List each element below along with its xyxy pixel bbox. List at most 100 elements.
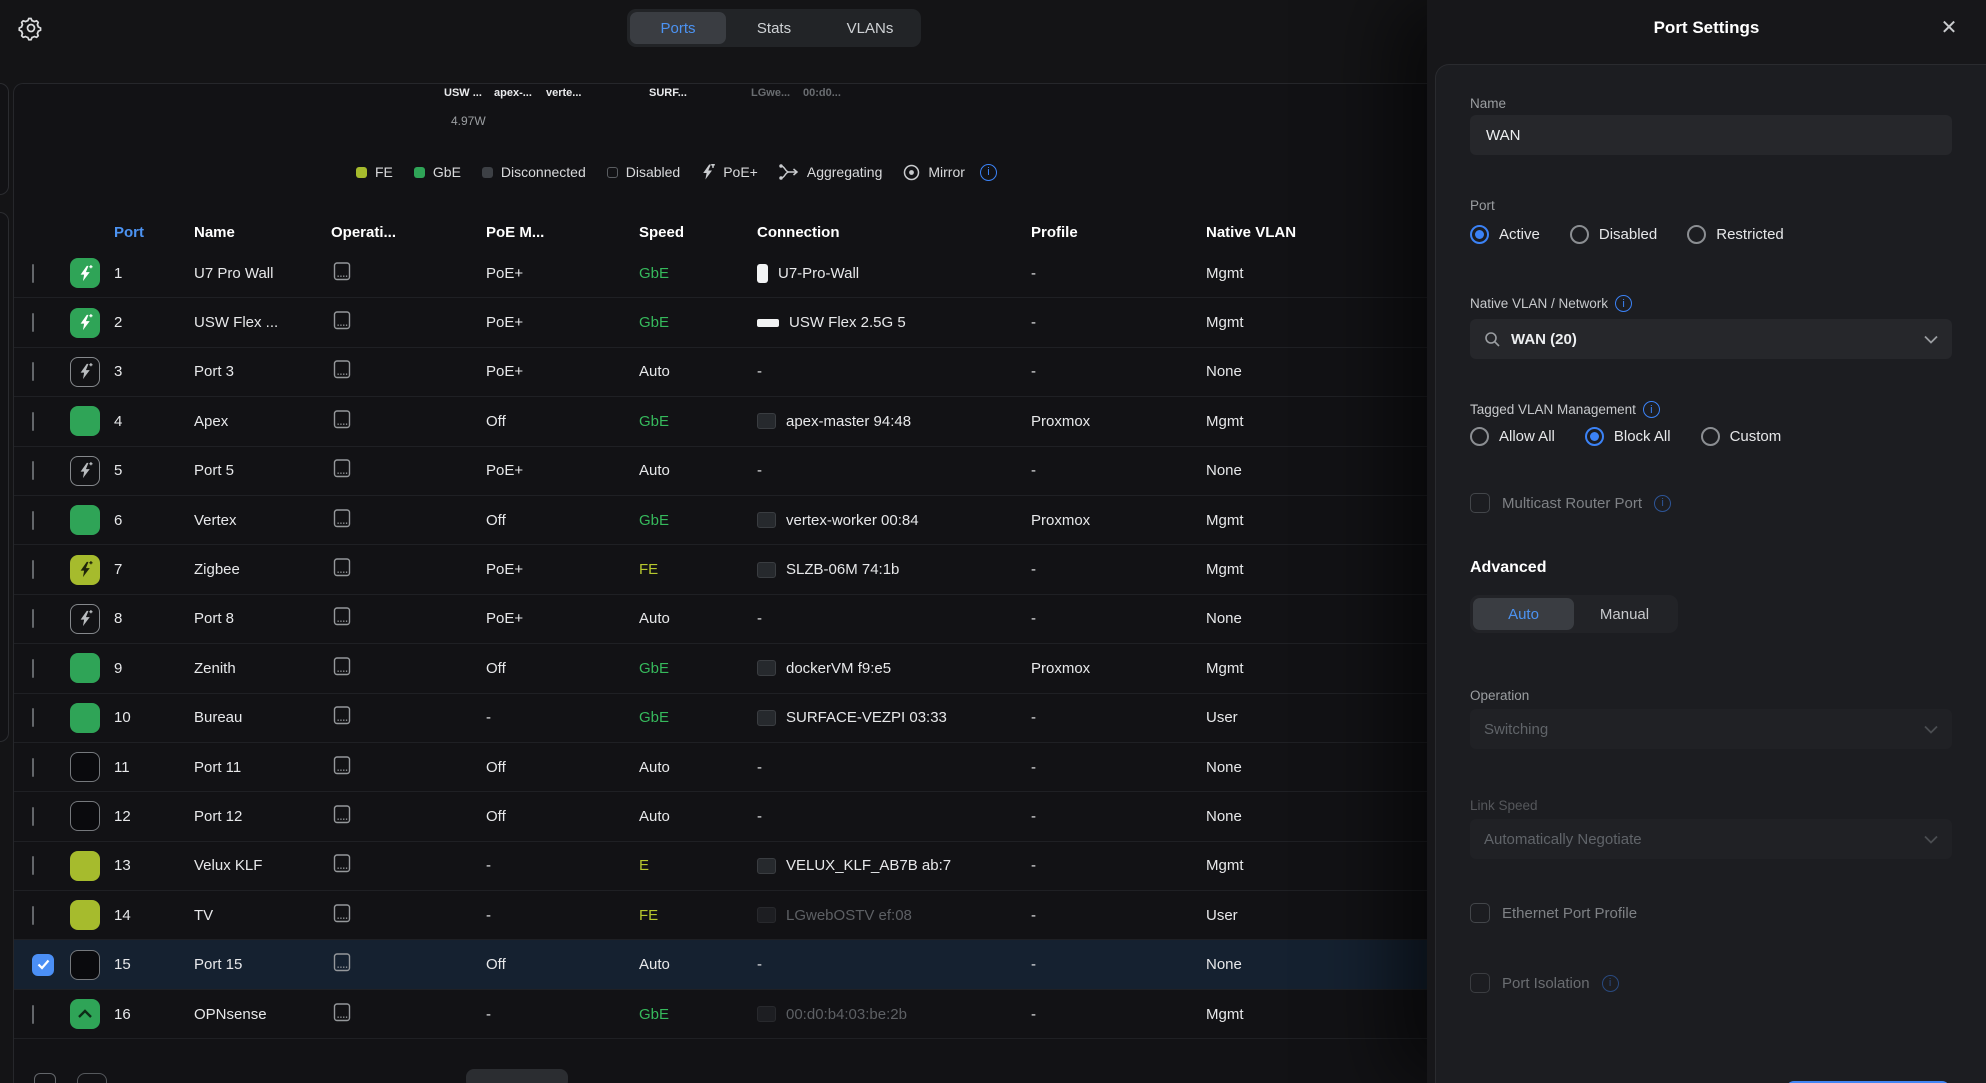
port-isolation-info-icon[interactable]: i — [1602, 975, 1619, 992]
port-name: TV — [194, 907, 331, 924]
view-tabs: PortsStatsVLANs — [627, 9, 921, 47]
client-device-icon — [757, 907, 776, 923]
column-header-name[interactable]: Name — [194, 224, 331, 241]
column-header-poe-mode[interactable]: PoE M... — [486, 224, 639, 241]
port-isolation-checkbox-box[interactable] — [1470, 973, 1490, 993]
port-icon-connected[interactable] — [70, 505, 100, 535]
port-name: Apex — [194, 413, 331, 430]
port-icon-idle[interactable] — [70, 950, 100, 980]
port-state-disabled[interactable]: Disabled — [1570, 225, 1657, 244]
row-checkbox[interactable] — [32, 461, 34, 480]
radio-dot[interactable] — [1470, 427, 1489, 446]
multicast-checkbox-box[interactable] — [1470, 493, 1490, 513]
tagged-vlan-allow-all[interactable]: Allow All — [1470, 427, 1555, 446]
native-vlan-select[interactable]: WAN (20) — [1470, 319, 1952, 359]
port-speed: Auto — [639, 956, 757, 973]
connection-label: apex-master 94:48 — [786, 413, 911, 430]
row-checkbox[interactable] — [32, 511, 34, 530]
row-checkbox[interactable] — [32, 264, 34, 283]
row-checkbox[interactable] — [32, 708, 34, 727]
link-speed-select[interactable]: Automatically Negotiate — [1470, 819, 1952, 859]
row-checkbox[interactable] — [32, 609, 34, 628]
port-icon-poe-idle[interactable] — [70, 604, 100, 634]
close-icon[interactable]: ✕ — [1936, 14, 1962, 40]
ethernet-profile-checkbox-box[interactable] — [1470, 903, 1490, 923]
column-header-speed[interactable]: Speed — [639, 224, 757, 241]
fe-square-icon — [356, 167, 367, 178]
port-icon-poe-idle[interactable] — [70, 456, 100, 486]
link-speed-label: Link Speed — [1470, 798, 1538, 813]
column-header-operation[interactable]: Operati... — [331, 224, 486, 241]
port-icon-fe[interactable] — [70, 900, 100, 930]
row-checkbox[interactable] — [32, 954, 54, 976]
ethernet-port-profile-checkbox[interactable]: Ethernet Port Profile — [1470, 903, 1952, 923]
row-checkbox[interactable] — [32, 856, 34, 875]
port-icon-connected[interactable] — [70, 703, 100, 733]
connection: - — [757, 759, 1031, 776]
port-icon-uplink[interactable] — [70, 999, 100, 1029]
port-profile: - — [1031, 709, 1206, 726]
tab-ports[interactable]: Ports — [630, 12, 726, 44]
operation-switch-icon — [331, 756, 353, 775]
port-number: 14 — [114, 907, 194, 924]
row-checkbox[interactable] — [32, 560, 34, 579]
row-checkbox[interactable] — [32, 313, 34, 332]
tab-vlans[interactable]: VLANs — [822, 12, 918, 44]
row-checkbox[interactable] — [32, 659, 34, 678]
column-header-connection[interactable]: Connection — [757, 224, 1031, 241]
poe-mode: Off — [486, 956, 639, 973]
multicast-router-port-checkbox[interactable]: Multicast Router Port i — [1470, 493, 1952, 513]
port-name: U7 Pro Wall — [194, 265, 331, 282]
port-icon-idle[interactable] — [70, 801, 100, 831]
connection: USW Flex 2.5G 5 — [757, 314, 1031, 331]
operation-switch-icon — [331, 558, 353, 577]
radio-dot[interactable] — [1687, 225, 1706, 244]
legend-item-disconnected: Disconnected — [482, 164, 586, 180]
row-checkbox[interactable] — [32, 758, 34, 777]
segment-manual[interactable]: Manual — [1574, 598, 1675, 630]
radio-dot[interactable] — [1570, 225, 1589, 244]
tab-stats[interactable]: Stats — [726, 12, 822, 44]
port-number: 6 — [114, 512, 194, 529]
radio-dot[interactable] — [1470, 225, 1489, 244]
port-icon-poe-active[interactable] — [70, 308, 100, 338]
port-icon-connected[interactable] — [70, 406, 100, 436]
name-input[interactable]: WAN — [1470, 115, 1952, 155]
advanced-heading: Advanced — [1470, 559, 1952, 577]
multicast-info-icon[interactable]: i — [1654, 495, 1671, 512]
port-isolation-checkbox[interactable]: Port Isolation i — [1470, 973, 1952, 993]
port-icon-idle[interactable] — [70, 752, 100, 782]
radio-dot[interactable] — [1701, 427, 1720, 446]
row-checkbox[interactable] — [32, 412, 34, 431]
port-state-restricted[interactable]: Restricted — [1687, 225, 1784, 244]
port-icon-poe-idle[interactable] — [70, 357, 100, 387]
port-icon-fe[interactable] — [70, 851, 100, 881]
native-vlan-info-icon[interactable]: i — [1615, 295, 1632, 312]
port-icon-poe-active[interactable] — [70, 258, 100, 288]
port-profile: - — [1031, 462, 1206, 479]
port-icon-fe-poe[interactable] — [70, 555, 100, 585]
row-checkbox[interactable] — [32, 906, 34, 925]
port-profile: Proxmox — [1031, 660, 1206, 677]
port-profile: Proxmox — [1031, 413, 1206, 430]
segment-auto[interactable]: Auto — [1473, 598, 1574, 630]
port-icon-connected[interactable] — [70, 653, 100, 683]
radio-dot[interactable] — [1585, 427, 1604, 446]
tagged-vlan-custom[interactable]: Custom — [1701, 427, 1782, 446]
operation-switch-icon — [331, 410, 353, 429]
tagged-vlan-block-all[interactable]: Block All — [1585, 427, 1671, 446]
bottom-scroll-pill[interactable] — [466, 1069, 568, 1083]
operation-select[interactable]: Switching — [1470, 709, 1952, 749]
tagged-vlan-info-icon[interactable]: i — [1643, 401, 1660, 418]
port-number: 2 — [114, 314, 194, 331]
row-checkbox[interactable] — [32, 807, 34, 826]
settings-gear-icon[interactable] — [18, 15, 44, 41]
port-state-active[interactable]: Active — [1470, 225, 1540, 244]
row-17-checkbox-partial[interactable] — [34, 1073, 56, 1083]
row-checkbox[interactable] — [32, 362, 34, 381]
column-header-profile[interactable]: Profile — [1031, 224, 1206, 241]
legend-info-icon[interactable]: i — [980, 164, 997, 181]
operation-label: Operation — [1470, 688, 1529, 703]
row-checkbox[interactable] — [32, 1005, 34, 1024]
column-header-port[interactable]: Port — [114, 224, 194, 241]
